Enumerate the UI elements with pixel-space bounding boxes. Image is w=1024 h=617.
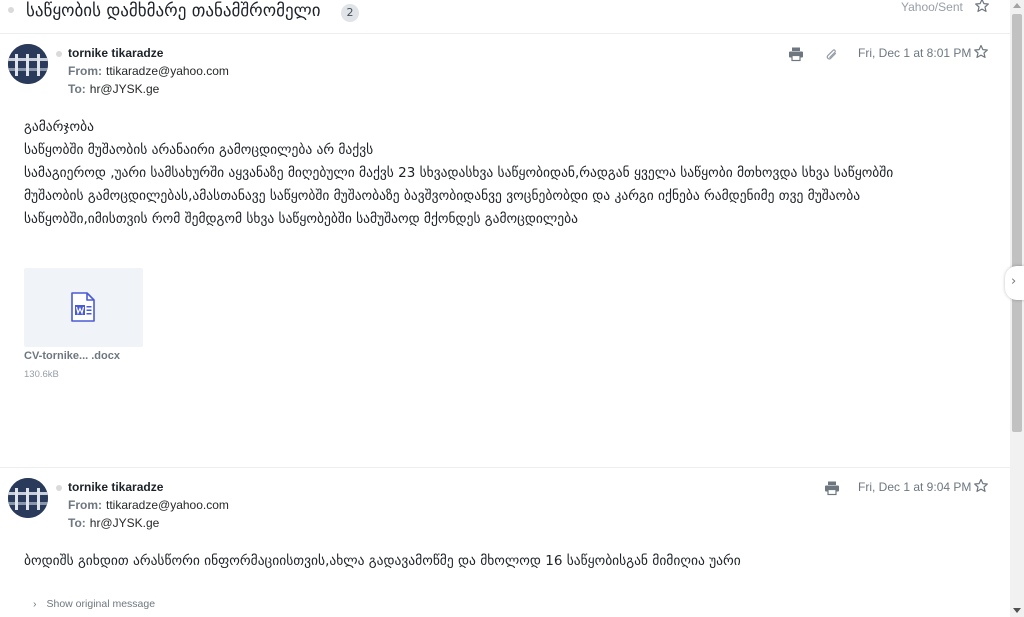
scrollbar-thumb[interactable] bbox=[1012, 14, 1022, 432]
body-line: ბოდიშს გიხდით არასწორი ინფორმაციისთვის,ა… bbox=[24, 553, 741, 569]
star-icon[interactable] bbox=[973, 478, 989, 494]
sender-name[interactable]: tornike tikaradze bbox=[68, 46, 163, 60]
next-message-button[interactable]: › bbox=[1005, 266, 1024, 300]
message-header: საწყობის დამხმარე თანამშრომელი 2 Yahoo/S… bbox=[0, 0, 1010, 34]
scroll-down-arrow-icon[interactable] bbox=[1013, 608, 1021, 613]
thread-count-badge: 2 bbox=[341, 4, 359, 22]
avatar[interactable] bbox=[8, 44, 48, 84]
message-date: Fri, Dec 1 at 8:01 PM bbox=[858, 46, 972, 60]
attachment-size: 130.6kB bbox=[24, 369, 59, 380]
to-label: To: bbox=[68, 82, 86, 96]
avatar[interactable] bbox=[8, 478, 48, 518]
unread-dot bbox=[56, 485, 62, 491]
message-body: ბოდიშს გიხდით არასწორი ინფორმაციისთვის,ა… bbox=[24, 550, 1004, 573]
to-line: To: hr@JYSK.ge bbox=[68, 516, 159, 530]
unread-dot bbox=[8, 7, 14, 13]
print-icon[interactable] bbox=[824, 480, 840, 496]
message-date: Fri, Dec 1 at 9:04 PM bbox=[858, 480, 972, 494]
word-document-icon bbox=[71, 292, 95, 322]
attachment-name[interactable]: CV-tornike... .docx bbox=[24, 350, 120, 362]
from-label: From: bbox=[68, 64, 102, 78]
body-line: მუშაობის გამოცდილებას,ამასთანავე საწყობშ… bbox=[24, 188, 861, 204]
to-line: To: hr@JYSK.ge bbox=[68, 82, 159, 96]
from-line: From: ttikaradze@yahoo.com bbox=[68, 498, 229, 512]
print-icon[interactable] bbox=[788, 46, 804, 62]
chevron-right-icon: › bbox=[33, 598, 37, 610]
body-line: გამარჯობა bbox=[24, 119, 94, 135]
from-address[interactable]: ttikaradze@yahoo.com bbox=[106, 498, 229, 512]
attachment-card[interactable] bbox=[24, 268, 143, 347]
from-line: From: ttikaradze@yahoo.com bbox=[68, 64, 229, 78]
body-line: საწყობში მუშაობის არანაირი გამოცდილება ა… bbox=[24, 142, 374, 158]
star-icon[interactable] bbox=[974, 0, 990, 14]
sender-name[interactable]: tornike tikaradze bbox=[68, 480, 163, 494]
message-divider bbox=[0, 467, 1010, 468]
body-line: სამაგიეროდ ,უარი სამსახურში აყვანაზე მიღ… bbox=[24, 165, 894, 181]
email-subject: საწყობის დამხმარე თანამშრომელი bbox=[26, 1, 321, 21]
show-original-label: Show original message bbox=[46, 598, 156, 610]
message-body: გამარჯობა საწყობში მუშაობის არანაირი გამ… bbox=[24, 116, 1004, 231]
show-original-message-link[interactable]: › Show original message bbox=[33, 598, 155, 610]
from-label: From: bbox=[68, 498, 102, 512]
folder-label[interactable]: Yahoo/Sent bbox=[901, 0, 963, 14]
attachment-icon[interactable] bbox=[824, 47, 840, 63]
chevron-right-icon: › bbox=[1011, 274, 1017, 289]
scroll-up-arrow-icon[interactable] bbox=[1013, 3, 1021, 8]
body-line: საწყობში,იმისთვის რომ შემდგომ სხვა საწყო… bbox=[24, 211, 578, 227]
to-address[interactable]: hr@JYSK.ge bbox=[90, 82, 160, 96]
star-icon[interactable] bbox=[973, 44, 989, 60]
from-address[interactable]: ttikaradze@yahoo.com bbox=[106, 64, 229, 78]
to-label: To: bbox=[68, 516, 86, 530]
to-address[interactable]: hr@JYSK.ge bbox=[90, 516, 160, 530]
unread-dot bbox=[56, 51, 62, 57]
